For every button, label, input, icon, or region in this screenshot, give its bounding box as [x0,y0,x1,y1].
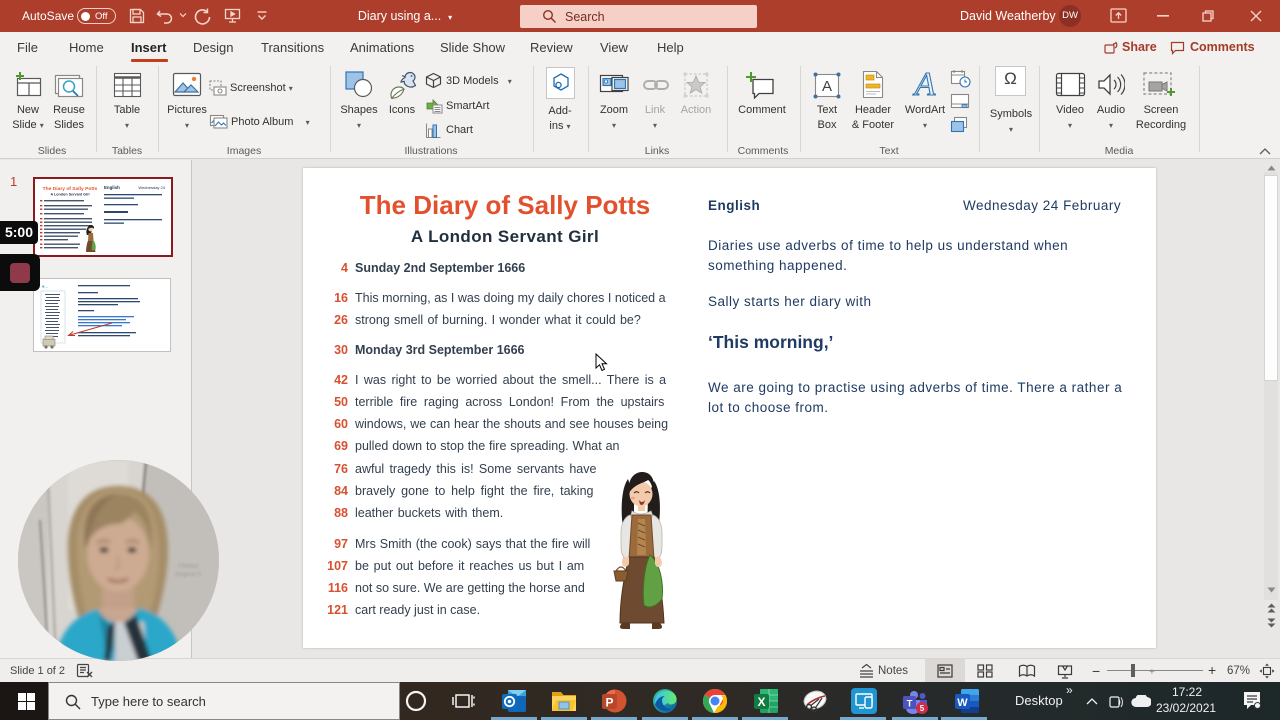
svg-text:▾...: ▾... [42,284,48,289]
svg-text:Original S: Original S [175,572,201,578]
svg-text:5: 5 [920,704,925,713]
svg-text:The Diary of Sally Potts: The Diary of Sally Potts [43,186,98,192]
svg-text:Wednesday 24: Wednesday 24 [138,185,165,190]
svg-text:A London Servant Girl: A London Servant Girl [51,193,90,197]
svg-text:A: A [822,78,832,95]
svg-text:X: X [757,695,765,709]
svg-text:A: A [913,68,936,100]
svg-text:English: English [104,185,120,190]
svg-text:T: T [907,699,913,710]
svg-text:©Whilst: ©Whilst [178,563,199,570]
svg-text:P: P [605,696,613,710]
svg-text:W: W [957,697,968,709]
